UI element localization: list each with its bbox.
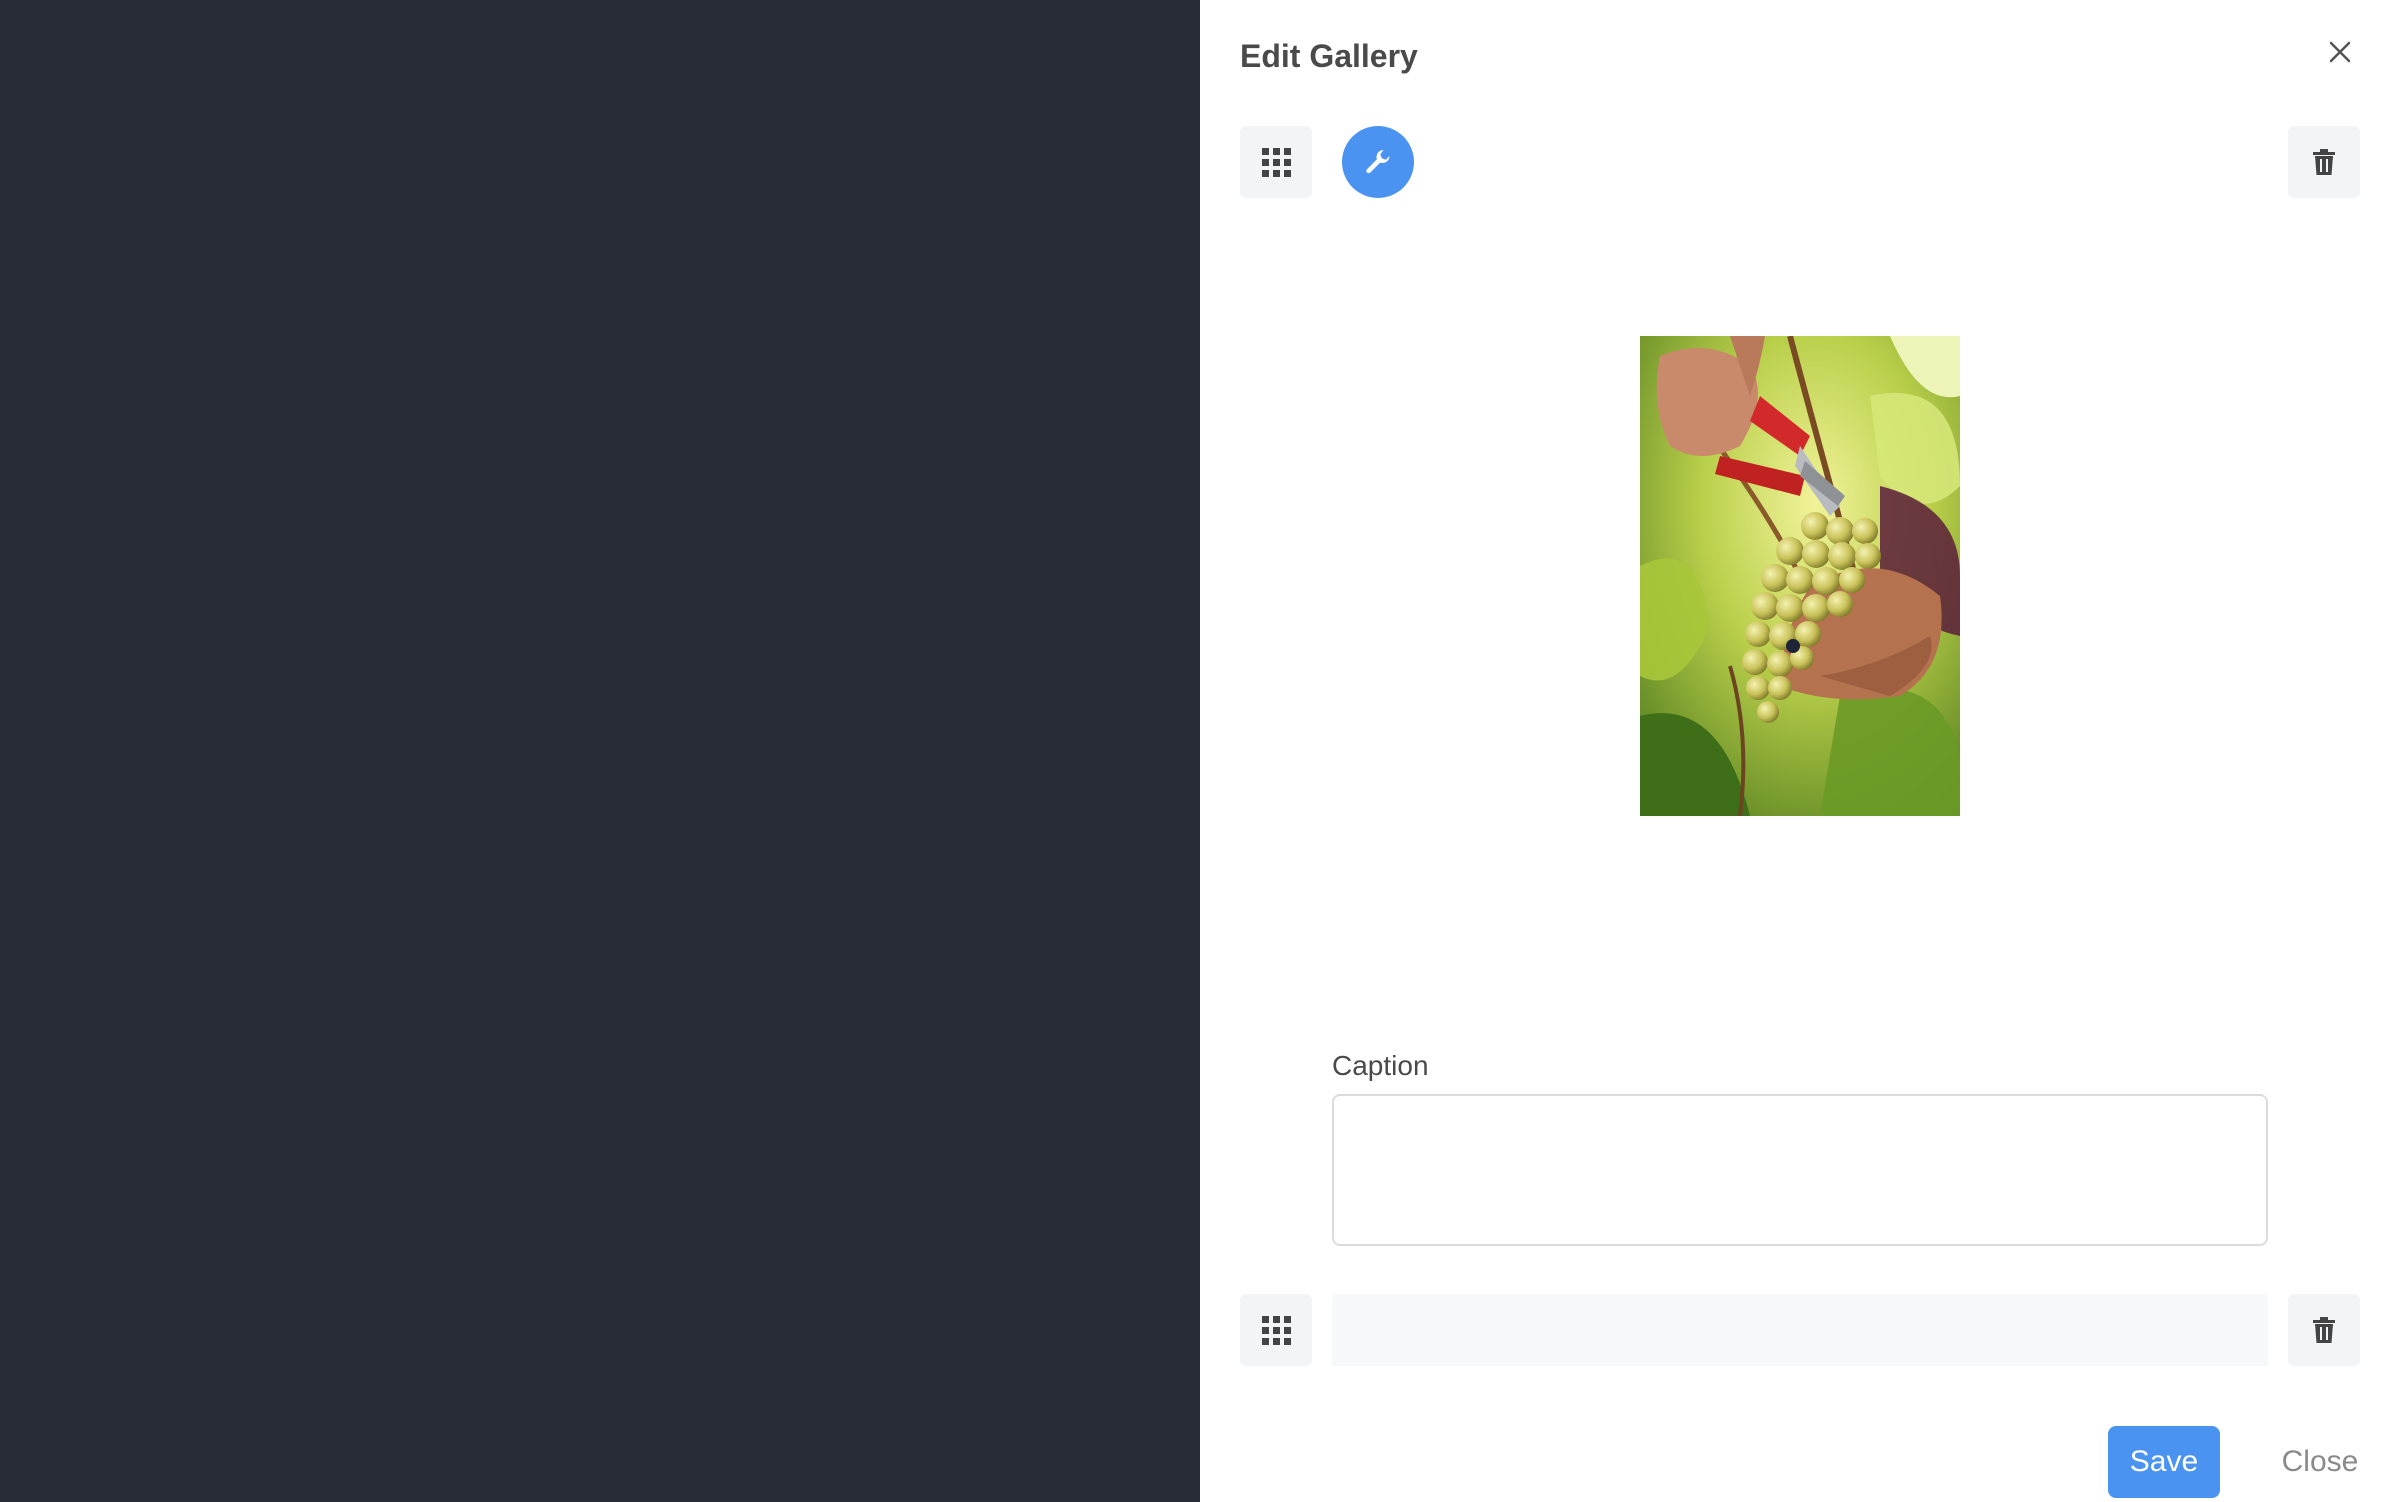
edit-image-button[interactable] bbox=[1342, 126, 1414, 198]
trash-icon bbox=[2313, 1317, 2335, 1343]
save-button[interactable]: Save bbox=[2108, 1426, 2220, 1498]
delete-item-button[interactable] bbox=[2288, 126, 2360, 198]
edit-gallery-panel: Edit Gallery Caption Save Close bbox=[1200, 0, 2400, 1502]
gallery-image bbox=[1640, 336, 1960, 816]
panel-title: Edit Gallery bbox=[1240, 38, 1418, 74]
caption-label: Caption bbox=[1332, 1050, 1429, 1081]
drag-handle-button-2[interactable] bbox=[1240, 1294, 1312, 1366]
wrench-icon bbox=[1366, 150, 1390, 174]
delete-item-button-2[interactable] bbox=[2288, 1294, 2360, 1366]
modal-backdrop[interactable] bbox=[0, 0, 1200, 1502]
trash-icon bbox=[2313, 149, 2335, 175]
drag-handle-button[interactable] bbox=[1240, 126, 1312, 198]
caption-input[interactable] bbox=[1332, 1094, 2268, 1246]
close-icon[interactable] bbox=[2322, 34, 2358, 70]
grid-icon bbox=[1261, 1315, 1291, 1345]
gallery-item-2-preview bbox=[1332, 1294, 2268, 1366]
grid-icon bbox=[1261, 147, 1291, 177]
close-button[interactable]: Close bbox=[2264, 1426, 2376, 1498]
